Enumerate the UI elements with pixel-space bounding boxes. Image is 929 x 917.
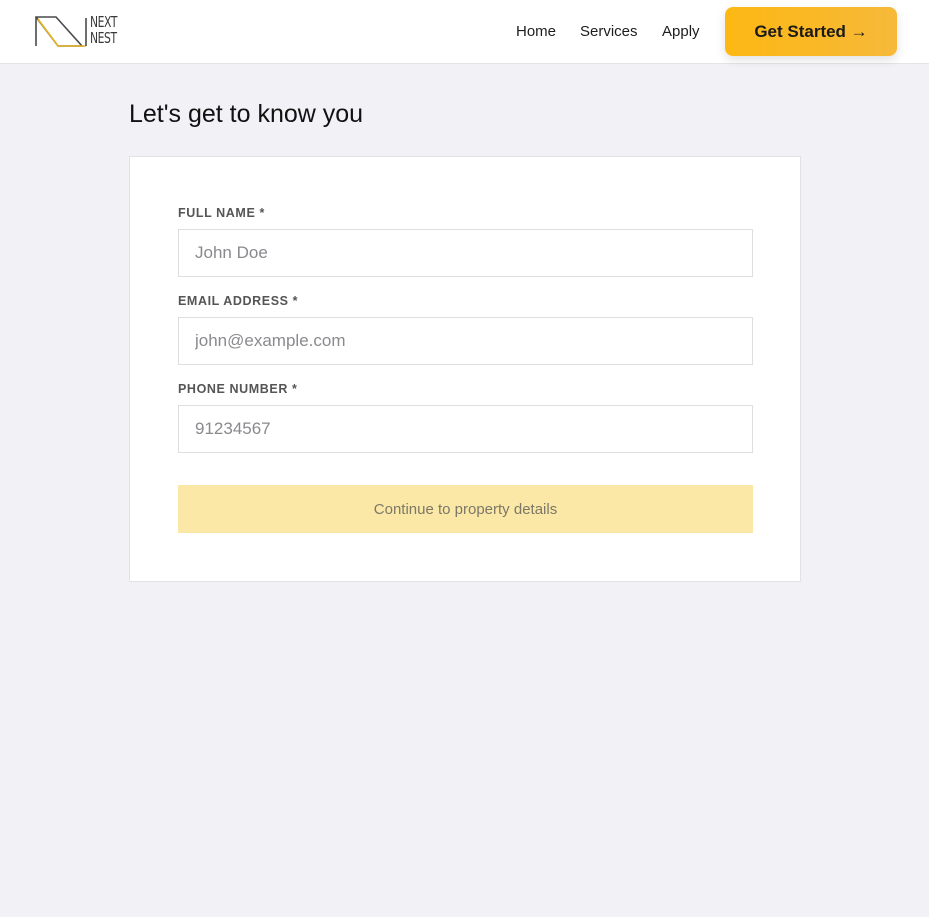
full-name-label: FULL NAME * [178, 206, 265, 220]
top-header: NEXT NEST Home Services Apply Get Starte… [0, 0, 929, 64]
logo-wordmark: NEXT NEST [90, 14, 117, 46]
page-title: Let's get to know you [129, 100, 364, 128]
nav-apply-link[interactable]: Apply [662, 23, 700, 40]
get-started-button[interactable]: Get Started → [725, 7, 897, 56]
full-name-input[interactable] [178, 229, 753, 277]
nav-services-link[interactable]: Services [580, 23, 638, 40]
logo-line-2: NEST [90, 29, 117, 47]
logo-line-1: NEXT [90, 13, 117, 31]
nextnest-logo[interactable]: NEXT NEST [34, 14, 134, 50]
phone-label: PHONE NUMBER * [178, 382, 298, 396]
continue-button[interactable]: Continue to property details [178, 485, 753, 533]
nav-home-link[interactable]: Home [516, 23, 556, 40]
email-input[interactable] [178, 317, 753, 365]
contact-form-card: FULL NAME * EMAIL ADDRESS * PHONE NUMBER… [129, 156, 801, 582]
email-label: EMAIL ADDRESS * [178, 294, 299, 308]
logo-mark-icon [35, 16, 87, 47]
phone-input[interactable] [178, 405, 753, 453]
